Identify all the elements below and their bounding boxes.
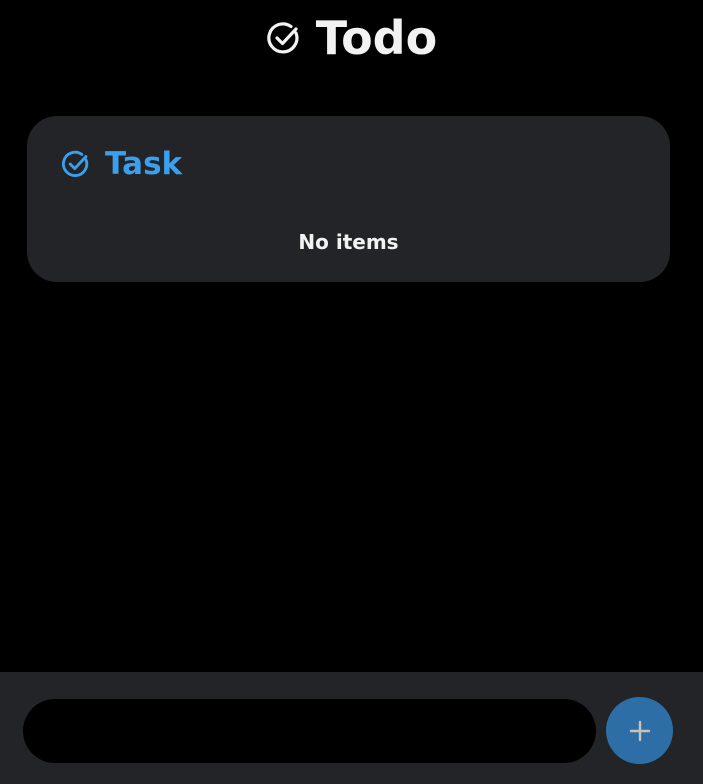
task-card-header: Task	[61, 146, 182, 182]
empty-state-text: No items	[298, 230, 399, 254]
plus-icon	[629, 720, 651, 742]
task-card-title: Task	[105, 146, 183, 182]
add-task-button[interactable]	[606, 697, 673, 764]
check-circle-icon	[266, 20, 302, 56]
check-circle-icon	[61, 149, 91, 179]
app-header: Todo	[0, 8, 703, 68]
page-title: Todo	[315, 11, 438, 65]
task-input-wrapper	[23, 699, 596, 763]
new-task-input[interactable]	[23, 699, 596, 763]
todo-app: Todo Task No items	[0, 0, 703, 784]
composer-bar	[0, 672, 703, 784]
task-list-card: Task No items	[27, 116, 670, 282]
